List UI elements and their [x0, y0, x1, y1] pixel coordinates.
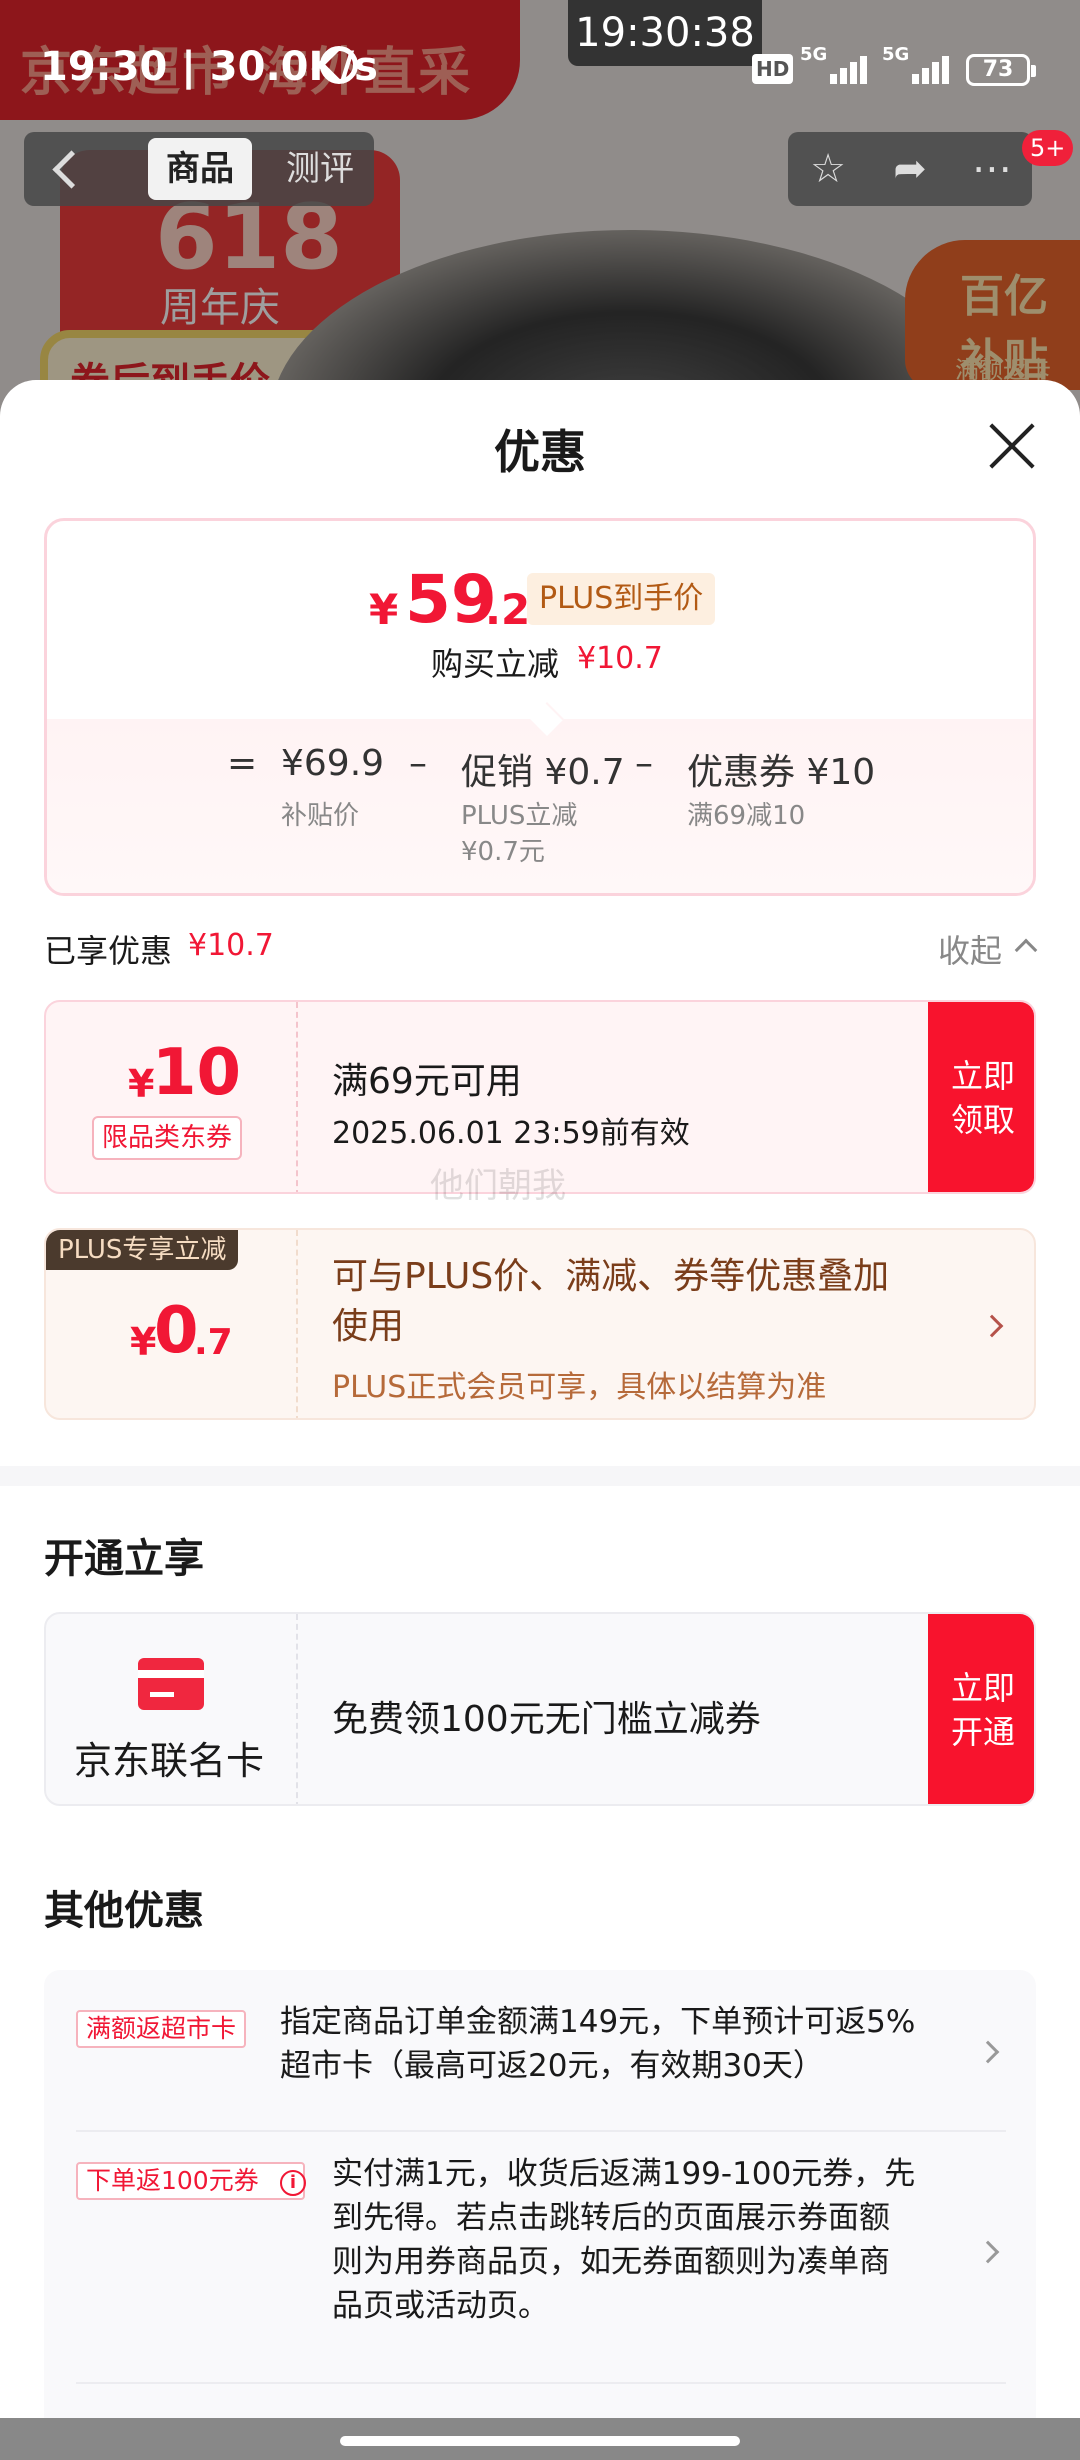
- minus-sign: –: [409, 743, 427, 784]
- coupon-condition: 满69元可用: [332, 1061, 522, 1102]
- subsidy-price: ¥69.9: [281, 743, 385, 784]
- coupon-validity: 2025.06.01 23:59前有效: [332, 1116, 690, 1151]
- signal-icon-2: 5G: [882, 44, 952, 84]
- chevron-up-icon[interactable]: [1014, 938, 1038, 962]
- more-icon[interactable]: ⋯: [952, 132, 1032, 206]
- coupon-type-badge: 限品类东券: [92, 1116, 243, 1160]
- signal-icon: 5G: [800, 44, 870, 84]
- plus-discount-card[interactable]: PLUS专享立减 ¥ 0 .7 可与PLUS价、满减、券等优惠叠加 使用 PLU…: [44, 1228, 1036, 1420]
- plus-exclusive-tag: PLUS专享立减: [46, 1230, 239, 1270]
- plus-description-line2: 使用: [332, 1306, 405, 1347]
- discount-sheet: 优惠 ¥ 59 .2 PLUS到手价 购买立减 ¥10.7 = ¥69.9 补贴…: [0, 380, 1080, 2460]
- open-label-1: 立即: [950, 1669, 1015, 1707]
- share-icon[interactable]: ➦: [870, 132, 950, 206]
- plus-amount-decimal: .7: [194, 1322, 233, 1363]
- plus-description-line1: 可与PLUS价、满减、券等优惠叠加: [332, 1256, 890, 1297]
- price-breakdown-card: ¥ 59 .2 PLUS到手价 购买立减 ¥10.7 = ¥69.9 补贴价 –…: [44, 518, 1036, 896]
- co-brand-card-offer: 京东联名卡 免费领100元无门槛立减券 立即 开通: [44, 1612, 1036, 1806]
- collapse-button[interactable]: 收起: [938, 926, 1002, 972]
- coupon-amount: 优惠券 ¥10: [687, 752, 876, 793]
- claim-coupon-button[interactable]: 立即 领取: [928, 1002, 1034, 1192]
- offer-line: 则为用券商品页，如无券面额则为凑单商: [332, 2244, 890, 2280]
- final-price-integer: 59: [405, 561, 497, 638]
- screen-clock: 19:30:38: [568, 0, 762, 66]
- chevron-right-icon[interactable]: [980, 1314, 1004, 1338]
- home-indicator[interactable]: [340, 2436, 740, 2446]
- offer-line: 品页或活动页。: [332, 2288, 549, 2324]
- close-icon[interactable]: [988, 422, 1036, 470]
- chevron-right-icon[interactable]: [976, 2040, 1000, 2064]
- status-bar: 19:30 | 30.0K/s 19:30:38 HD 5G 5G 73: [0, 0, 1080, 130]
- reduce-amount: ¥10.7: [577, 641, 663, 676]
- list-item[interactable]: 下单返100元券 i 实付满1元，收货后返满199-100元券，先 到先得。若点…: [44, 2132, 1036, 2382]
- card-offer-text: 免费领100元无门槛立减券: [332, 1699, 761, 1740]
- offer-line: 指定商品订单金额满149元，下单预计可返5%: [280, 2004, 916, 2040]
- section-separator: [0, 1466, 1080, 1486]
- offer-line: 到先得。若点击跳转后的页面展示券面额: [332, 2200, 890, 2236]
- promo-amount: 促销 ¥0.7: [461, 752, 625, 793]
- equals-sign: =: [227, 743, 258, 784]
- offer-description: 实付满1元，收货后返满199-100元券，先 到先得。若点击跳转后的页面展示券面…: [332, 2152, 992, 2328]
- hd-voice-icon: HD: [752, 54, 794, 84]
- list-item[interactable]: 满额返超市卡 指定商品订单金额满149元，下单预计可返5% 超市卡（最高可返20…: [44, 1970, 1036, 2130]
- coupon-value: 10: [152, 1036, 242, 1110]
- plus-currency: ¥: [130, 1320, 157, 1364]
- card-name: 京东联名卡: [74, 1739, 265, 1783]
- final-price-decimal: .2: [485, 585, 531, 634]
- tab-review[interactable]: 测评: [272, 138, 368, 200]
- plus-price-tag: PLUS到手价: [527, 573, 716, 625]
- plus-note: PLUS正式会员可享，具体以结算为准: [332, 1370, 827, 1405]
- price-currency: ¥: [369, 585, 399, 634]
- coupon-currency: ¥: [128, 1062, 155, 1106]
- plus-description: 可与PLUS价、满减、券等优惠叠加 使用: [332, 1252, 952, 1352]
- reduce-label: 购买立减: [431, 645, 560, 683]
- offer-line: 超市卡（最高可返20元，有效期30天）: [280, 2048, 824, 2084]
- sheet-title: 优惠: [494, 425, 586, 479]
- offer-tag: 满额返超市卡: [76, 2010, 247, 2048]
- other-offers-list: 满额返超市卡 指定商品订单金额满149元，下单预计可返5% 超市卡（最高可返20…: [44, 1970, 1036, 2450]
- coupon-note: 满69减10: [687, 801, 806, 831]
- open-label-2: 开通: [950, 1713, 1015, 1751]
- battery-icon: 73: [966, 54, 1036, 86]
- plus-amount-integer: 0: [154, 1294, 199, 1368]
- tab-goods[interactable]: 商品: [148, 138, 252, 200]
- message-badge: 5+: [1022, 130, 1074, 166]
- offer-line: 实付满1元，收货后返满199-100元券，先: [332, 2156, 916, 2192]
- promo-note: PLUS立减: [461, 801, 578, 831]
- alarm-icon: [320, 46, 358, 84]
- claim-label-2: 领取: [950, 1101, 1015, 1139]
- card-divider: [296, 1614, 298, 1804]
- minus-sign-2: –: [635, 743, 653, 784]
- star-icon[interactable]: ☆: [788, 132, 868, 206]
- open-section-title: 开通立享: [44, 1536, 204, 1582]
- divider: [76, 2382, 1006, 2384]
- enjoyed-amount: ¥10.7: [188, 928, 274, 963]
- enjoyed-label: 已享优惠: [44, 932, 173, 970]
- info-icon[interactable]: i: [280, 2170, 306, 2196]
- coupon-divider: [296, 1002, 298, 1192]
- offer-description: 指定商品订单金额满149元，下单预计可返5% 超市卡（最高可返20元，有效期30…: [280, 2000, 940, 2088]
- claim-label-1: 立即: [950, 1057, 1015, 1095]
- subsidy-price-label: 补贴价: [281, 801, 360, 831]
- credit-card-icon: [138, 1658, 204, 1710]
- plus-divider: [296, 1230, 298, 1418]
- open-card-button[interactable]: 立即 开通: [928, 1614, 1034, 1804]
- offer-tag: 下单返100元券: [76, 2162, 305, 2200]
- other-section-title: 其他优惠: [44, 1888, 204, 1934]
- back-icon[interactable]: [24, 132, 104, 206]
- watermark: 他们朝我: [430, 1166, 566, 1206]
- promo-note-amount: ¥0.7元: [461, 837, 545, 867]
